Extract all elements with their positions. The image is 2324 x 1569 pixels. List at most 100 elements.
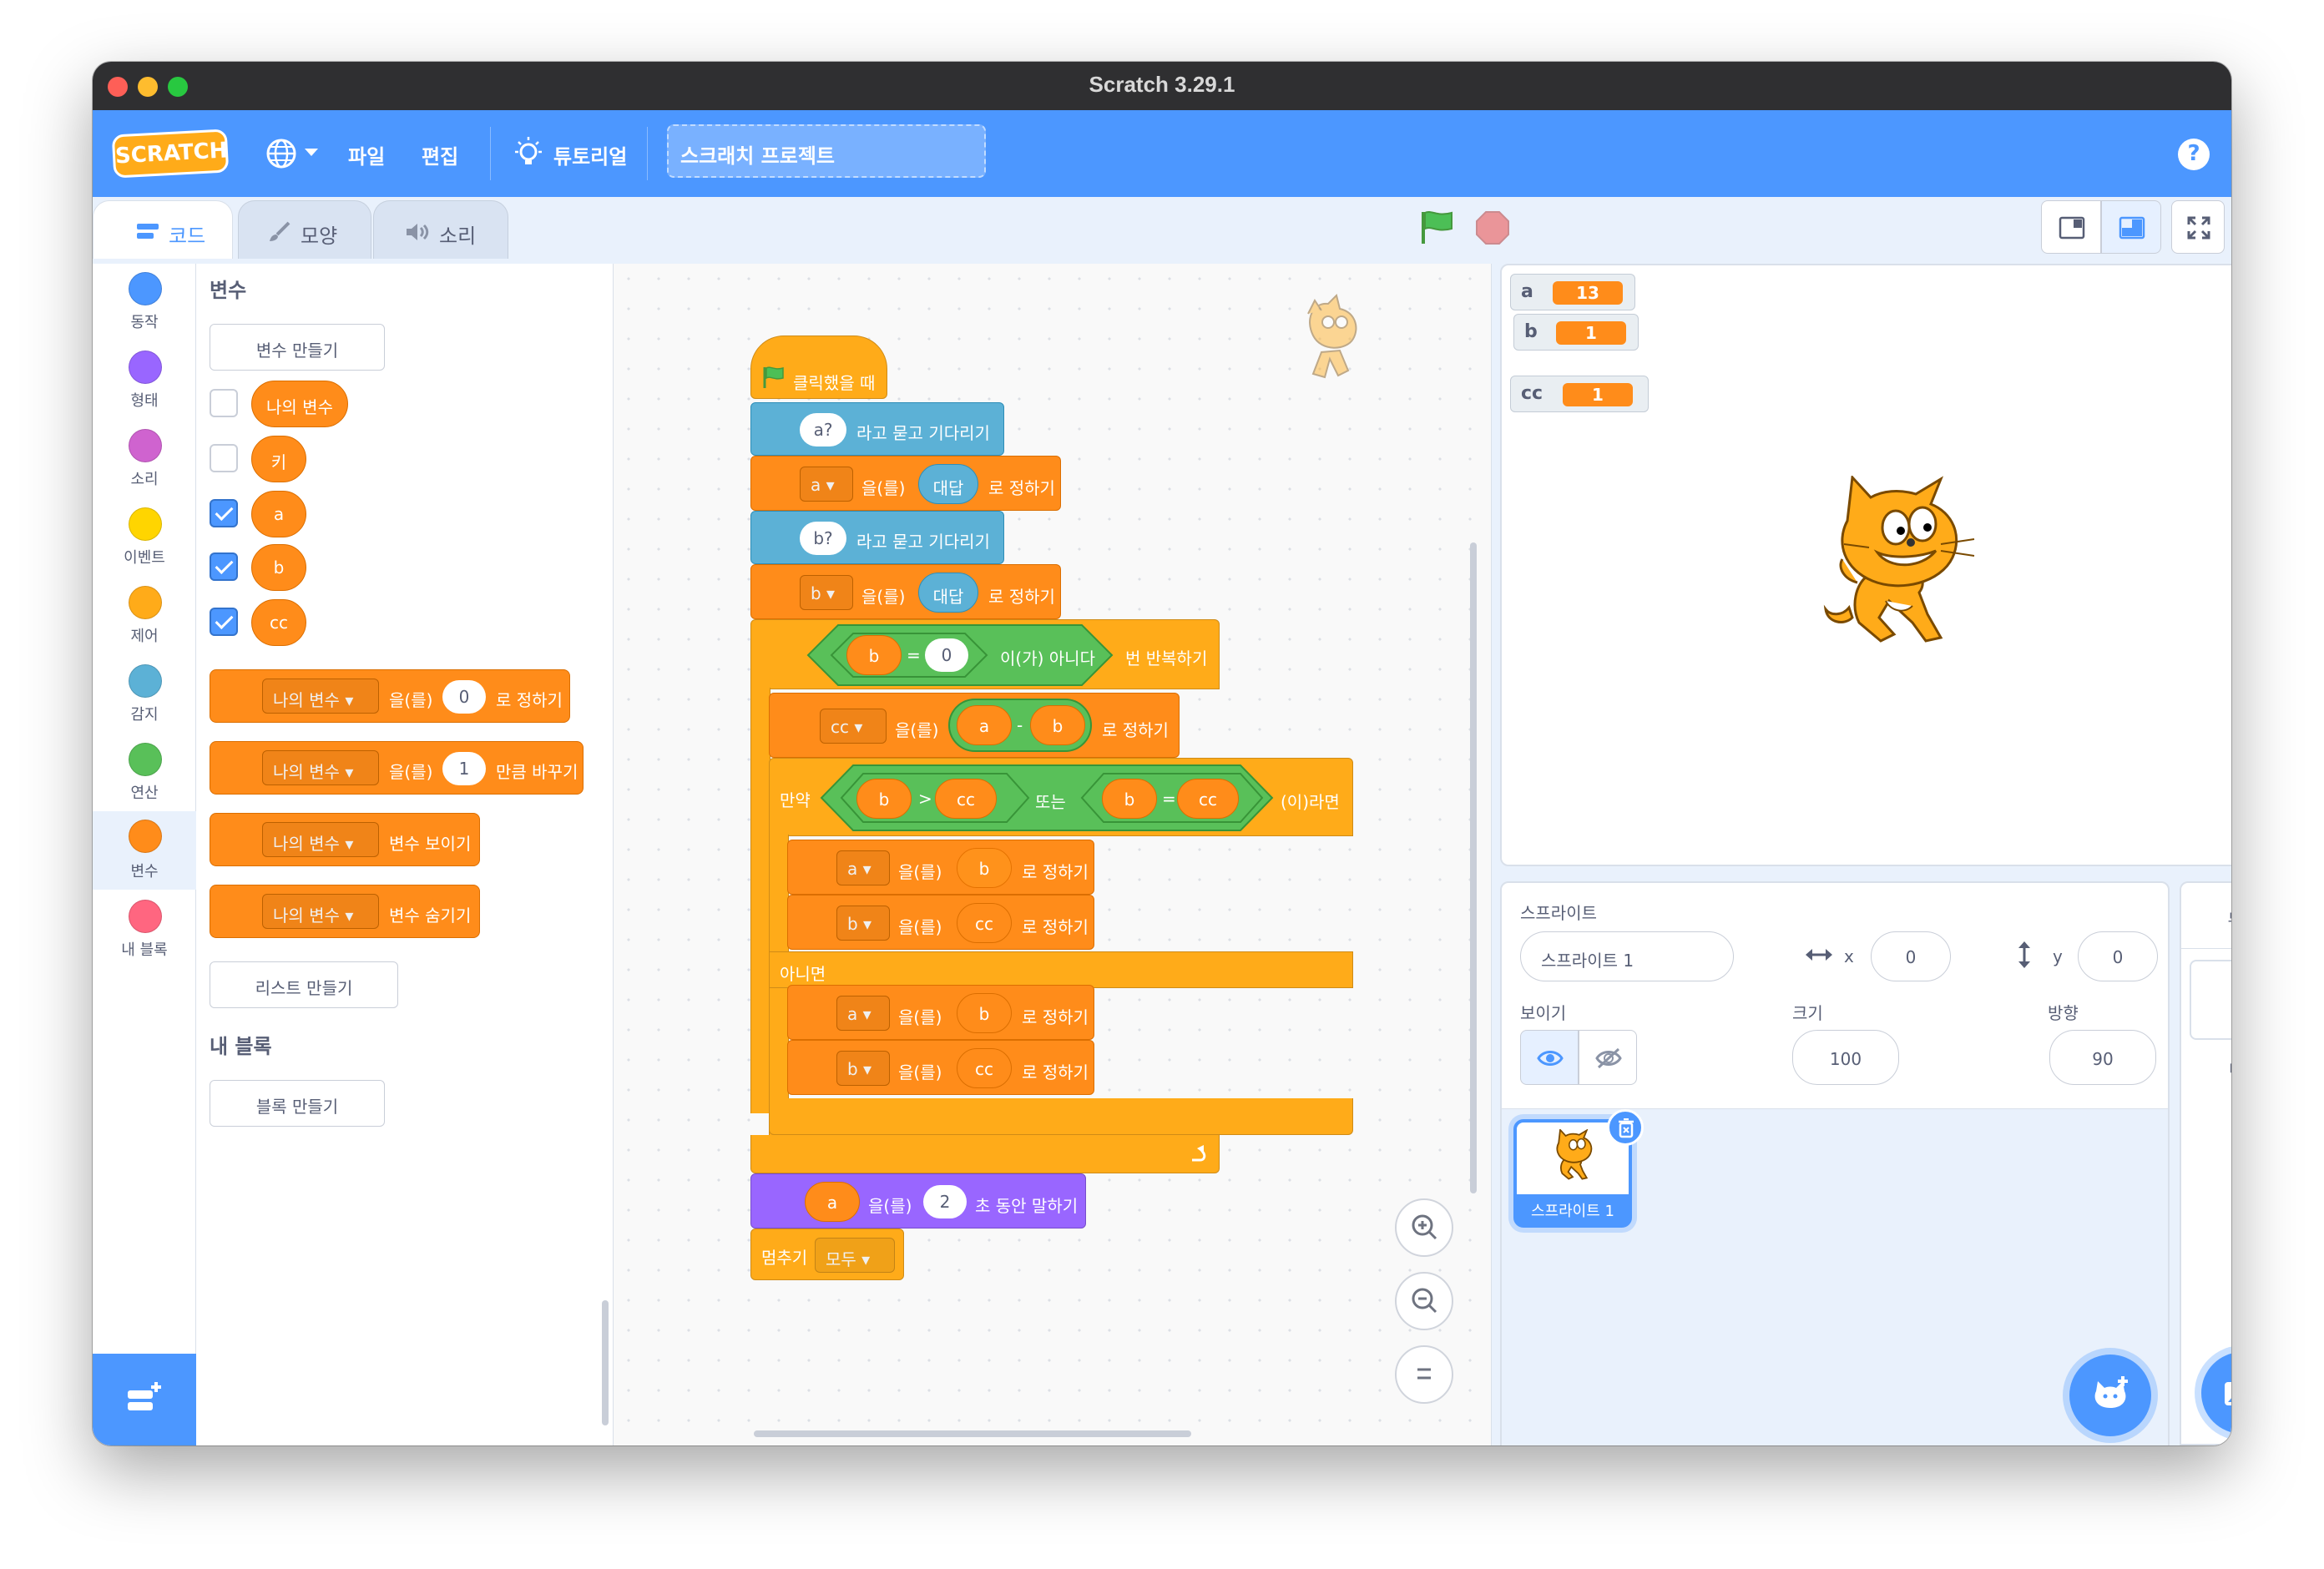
set-variable-block[interactable]: a ▾ 을(를) b 로 정하기 (787, 840, 1094, 895)
help-button[interactable]: ? (2178, 139, 2210, 170)
category-variables[interactable]: 변수 (93, 811, 196, 890)
if-else-block[interactable]: 만약 b > cc 또는 b = cc (이)라면 (769, 758, 1353, 836)
palette-scrollbar[interactable] (602, 1300, 609, 1425)
variable-checkbox[interactable] (210, 499, 238, 527)
variable-monitor[interactable]: b 1 (1513, 314, 1639, 351)
normal-stage-button[interactable] (2101, 200, 2161, 254)
add-extension-button[interactable] (93, 1354, 196, 1445)
variable-reporter[interactable]: b (1030, 705, 1085, 745)
variable-dropdown[interactable]: cc ▾ (820, 709, 887, 744)
variable-reporter[interactable]: b (251, 544, 306, 591)
show-variable-block[interactable]: 나의 변수 ▾ 변수 보이기 (210, 813, 480, 866)
value-input[interactable]: 0 (442, 680, 486, 714)
make-variable-button[interactable]: 변수 만들기 (210, 324, 385, 371)
tab-sounds[interactable]: 소리 (373, 200, 508, 259)
globe-icon[interactable] (265, 137, 298, 170)
set-variable-block[interactable]: a ▾ 을(를) 대답 로 정하기 (750, 456, 1061, 511)
small-stage-button[interactable] (2041, 200, 2101, 254)
variable-reporter[interactable]: b (1102, 779, 1157, 819)
variable-reporter[interactable]: b (957, 993, 1012, 1033)
tutorials-menu[interactable]: 튜토리얼 (553, 140, 627, 169)
fullscreen-button[interactable] (2171, 200, 2225, 254)
x-position-input[interactable]: 0 (1871, 931, 1951, 981)
direction-input[interactable]: 90 (2049, 1030, 2156, 1085)
seconds-input[interactable]: 2 (923, 1185, 967, 1218)
variable-dropdown[interactable]: b ▾ (800, 575, 853, 610)
scratch-logo[interactable]: SCRATCH (111, 129, 230, 179)
sprite-name-input[interactable]: 스프라이트 1 (1520, 931, 1734, 981)
text-input[interactable]: b? (800, 522, 846, 555)
backdrop-thumbnail[interactable] (2190, 960, 2231, 1040)
ask-and-wait-block[interactable]: a? 라고 묻고 기다리기 (750, 402, 1004, 456)
change-variable-block[interactable]: 나의 변수 ▾ 을(를) 1 만큼 바꾸기 (210, 741, 584, 795)
make-block-button[interactable]: 블록 만들기 (210, 1080, 385, 1127)
category-sensing[interactable]: 감지 (93, 659, 196, 738)
category-looks[interactable]: 형태 (93, 346, 196, 424)
variable-dropdown[interactable]: a ▾ (836, 996, 890, 1031)
variable-monitor[interactable]: a 13 (1510, 274, 1635, 310)
variable-reporter[interactable]: cc (251, 599, 306, 646)
horizontal-scrollbar[interactable] (754, 1430, 1191, 1437)
variable-dropdown[interactable]: 나의 변수 ▾ (262, 822, 379, 857)
answer-reporter[interactable]: 대답 (918, 464, 978, 504)
stop-option-dropdown[interactable]: 모두 ▾ (815, 1238, 895, 1273)
variable-reporter[interactable]: b (846, 635, 902, 675)
variable-checkbox[interactable] (210, 608, 238, 636)
subtract-operator-block[interactable]: a - b (948, 699, 1092, 752)
show-sprite-button[interactable] (1520, 1030, 1579, 1085)
variable-reporter[interactable]: b (856, 779, 912, 819)
say-for-secs-block[interactable]: a 을(를) 2 초 동안 말하기 (750, 1173, 1086, 1228)
category-motion[interactable]: 동작 (93, 267, 196, 346)
stage-canvas[interactable]: a 13 b 1 cc 1 (1500, 264, 2231, 866)
set-variable-block[interactable]: b ▾ 을(를) 대답 로 정하기 (750, 564, 1061, 619)
value-input[interactable]: 1 (442, 752, 486, 785)
category-control[interactable]: 제어 (93, 581, 196, 659)
project-title-input[interactable]: 스크래치 프로젝트 (667, 124, 986, 178)
y-position-input[interactable]: 0 (2078, 931, 2158, 981)
set-variable-block[interactable]: cc ▾ 을(를) a - b 로 정하기 (769, 693, 1180, 758)
variable-checkbox[interactable] (210, 552, 238, 581)
answer-reporter[interactable]: 대답 (918, 573, 978, 613)
when-flag-clicked-block[interactable]: 클릭했을 때 (750, 335, 887, 399)
variable-dropdown[interactable]: a ▾ (800, 467, 853, 502)
hide-variable-block[interactable]: 나의 변수 ▾ 변수 숨기기 (210, 885, 480, 938)
set-variable-block[interactable]: 나의 변수 ▾ 을(를) 0 로 정하기 (210, 669, 570, 723)
vertical-scrollbar[interactable] (1470, 542, 1477, 1193)
tab-code[interactable]: 코드 (93, 200, 233, 259)
set-variable-block[interactable]: b ▾ 을(를) cc 로 정하기 (787, 895, 1094, 950)
choose-backdrop-button[interactable] (2201, 1352, 2231, 1434)
edit-menu[interactable]: 편집 (422, 140, 458, 169)
value-input[interactable]: 0 (925, 638, 968, 672)
variable-dropdown[interactable]: b ▾ (836, 906, 890, 941)
repeat-until-block[interactable]: b = 0 이(가) 아니다 번 반복하기 (750, 619, 1220, 689)
stop-block[interactable]: 멈추기 모두 ▾ (750, 1228, 904, 1280)
scratch-cat-sprite[interactable] (1819, 476, 1986, 653)
category-operators[interactable]: 연산 (93, 738, 196, 816)
category-sound[interactable]: 소리 (93, 424, 196, 502)
variable-checkbox[interactable] (210, 389, 238, 417)
zoom-out-button[interactable] (1395, 1272, 1453, 1330)
ask-and-wait-block[interactable]: b? 라고 묻고 기다리기 (750, 511, 1004, 564)
text-input[interactable]: a? (800, 413, 846, 446)
variable-dropdown[interactable]: b ▾ (836, 1051, 890, 1086)
zoom-in-button[interactable] (1395, 1198, 1453, 1257)
category-my-blocks[interactable]: 내 블록 (93, 895, 196, 973)
file-menu[interactable]: 파일 (348, 140, 385, 169)
variable-dropdown[interactable]: 나의 변수 ▾ (262, 894, 379, 929)
variable-reporter[interactable]: a (805, 1182, 860, 1222)
variable-dropdown[interactable]: 나의 변수 ▾ (262, 679, 379, 714)
size-input[interactable]: 100 (1792, 1030, 1899, 1085)
hide-sprite-button[interactable] (1579, 1030, 1637, 1085)
tab-costumes[interactable]: 모양 (238, 200, 371, 259)
set-variable-block[interactable]: a ▾ 을(를) b 로 정하기 (787, 985, 1094, 1040)
variable-reporter[interactable]: cc (957, 903, 1012, 943)
delete-sprite-button[interactable] (1607, 1109, 1644, 1146)
variable-reporter[interactable]: a (957, 705, 1012, 745)
variable-reporter[interactable]: b (957, 848, 1012, 888)
make-list-button[interactable]: 리스트 만들기 (210, 961, 398, 1008)
variable-dropdown[interactable]: 나의 변수 ▾ (262, 750, 379, 785)
variable-checkbox[interactable] (210, 444, 238, 472)
variable-reporter[interactable]: cc (1177, 779, 1239, 819)
set-variable-block[interactable]: b ▾ 을(를) cc 로 정하기 (787, 1040, 1094, 1095)
variable-dropdown[interactable]: a ▾ (836, 850, 890, 885)
